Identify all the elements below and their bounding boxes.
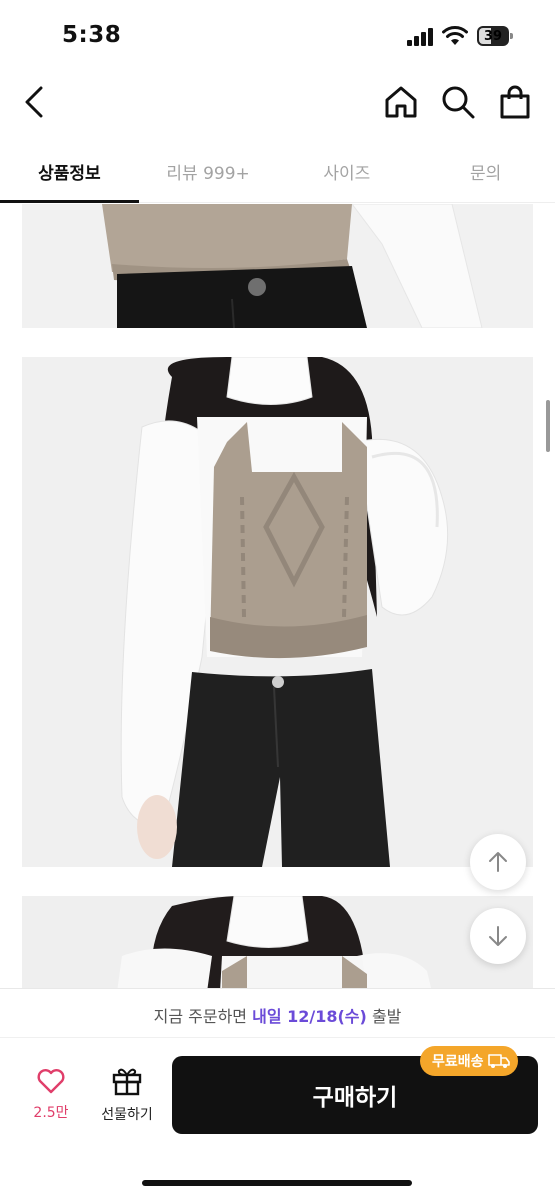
tab-product-info[interactable]: 상품정보 — [0, 145, 139, 203]
home-indicator — [142, 1180, 412, 1186]
product-photo — [22, 896, 533, 992]
free-shipping-badge: 무료배송 — [420, 1046, 518, 1076]
battery-level: 39 — [483, 28, 503, 44]
tab-inquiry[interactable]: 문의 — [416, 145, 555, 202]
cellular-signal-icon — [407, 28, 435, 46]
like-button[interactable]: 2.5만 — [20, 1068, 82, 1128]
shopping-bag-icon[interactable] — [495, 82, 535, 122]
gift-label: 선물하기 — [101, 1107, 153, 1123]
shipping-prefix: 지금 주문하면 — [153, 1007, 248, 1026]
arrow-up-icon — [489, 852, 507, 872]
product-photo — [22, 204, 533, 328]
delivery-truck-icon — [487, 1054, 510, 1068]
shipping-suffix: 출발 — [371, 1007, 402, 1026]
scrollbar[interactable] — [546, 400, 550, 452]
top-nav-bar — [0, 72, 555, 134]
like-count: 2.5만 — [33, 1105, 69, 1121]
search-icon[interactable] — [438, 82, 478, 122]
battery-icon: 39 — [477, 26, 513, 46]
product-photo — [22, 357, 533, 867]
tab-reviews[interactable]: 리뷰 999+ — [139, 145, 278, 202]
home-icon[interactable] — [381, 82, 421, 122]
shipping-date: 내일 12/18(수) — [252, 1007, 367, 1026]
back-chevron-icon[interactable] — [14, 82, 54, 122]
free-shipping-label: 무료배송 — [432, 1054, 484, 1070]
status-time: 5:38 — [62, 22, 122, 48]
wifi-icon — [442, 25, 468, 47]
arrow-down-icon — [489, 926, 507, 946]
heart-icon — [37, 1069, 65, 1094]
scroll-to-top-button[interactable] — [470, 834, 526, 890]
gift-icon — [112, 1068, 142, 1096]
scroll-to-bottom-button[interactable] — [470, 908, 526, 964]
product-tabs: 상품정보 리뷰 999+ 사이즈 문의 — [0, 145, 555, 203]
gift-button[interactable]: 선물하기 — [92, 1066, 162, 1128]
status-bar: 5:38 39 — [0, 0, 555, 72]
tab-size[interactable]: 사이즈 — [278, 145, 417, 202]
shipping-notice: 지금 주문하면 내일 12/18(수) 출발 — [0, 988, 555, 1038]
